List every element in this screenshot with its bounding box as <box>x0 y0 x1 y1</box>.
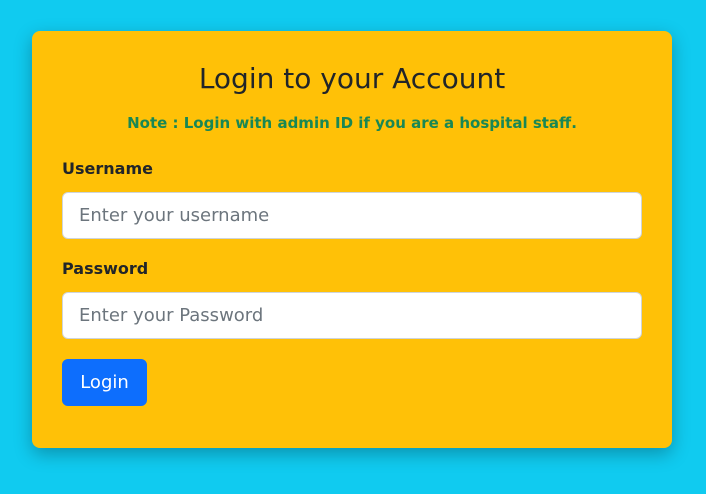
password-input[interactable] <box>62 292 642 339</box>
username-input[interactable] <box>62 192 642 239</box>
staff-login-note: Note : Login with admin ID if you are a … <box>127 114 577 132</box>
page-title: Login to your Account <box>198 62 506 95</box>
username-label: Username <box>62 159 153 178</box>
login-card: Login to your Account Note : Login with … <box>32 31 672 448</box>
login-button[interactable]: Login <box>62 359 147 406</box>
password-label: Password <box>62 259 149 278</box>
